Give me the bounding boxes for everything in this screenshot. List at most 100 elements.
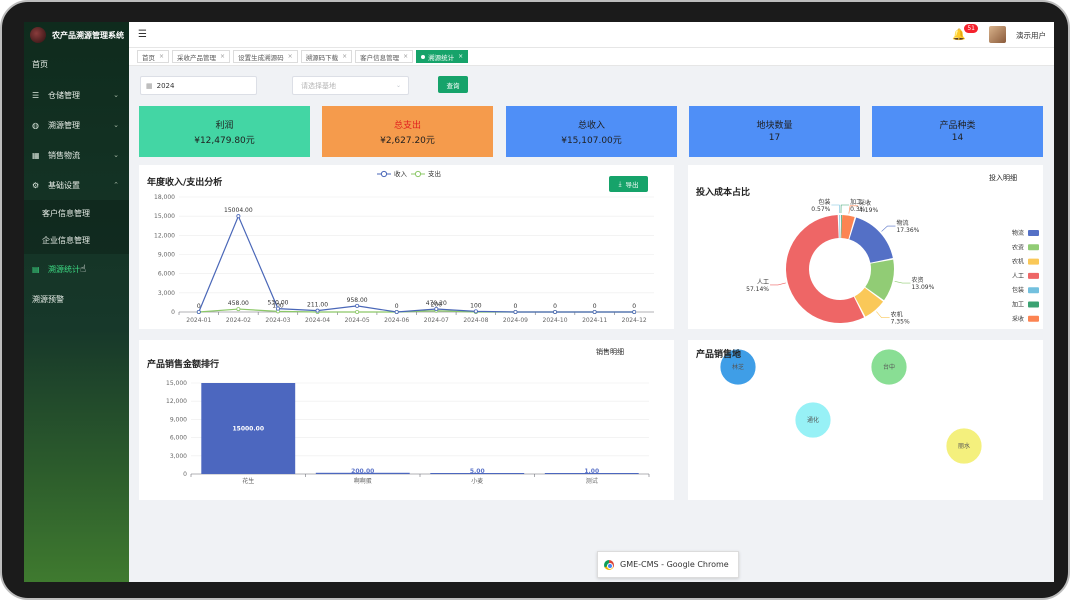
slice-percent: 4.19% <box>859 207 878 214</box>
legend-swatch <box>1028 287 1039 294</box>
data-point <box>275 306 280 311</box>
data-point <box>236 214 241 219</box>
stat-value: 14 <box>951 133 964 143</box>
y-tick-label: 0 <box>183 471 187 478</box>
data-point <box>592 309 597 314</box>
sidebar-item-home[interactable]: 首页 <box>24 48 129 80</box>
data-point <box>236 307 241 312</box>
data-label: 15004.00 <box>224 207 253 214</box>
sidebar-item-company-info[interactable]: 企业信息管理 <box>24 227 129 254</box>
cart-icon: ▦ <box>32 150 40 160</box>
tab-trace-stats[interactable]: 溯源统计 × <box>416 50 469 63</box>
y-tick-label: 12,000 <box>154 232 175 239</box>
sales-region-chart: 林芝 台中通化丽水 <box>719 348 983 465</box>
y-tick-label: 6,000 <box>170 435 187 442</box>
legend-label: 收入 <box>394 169 408 178</box>
chrome-tooltip-text: GME-CMS - Google Chrome <box>620 560 729 569</box>
slice-percent: 0.57% <box>811 206 830 213</box>
close-icon[interactable]: × <box>220 53 225 60</box>
sidebar-item-customer-info[interactable]: 客户信息管理 <box>24 200 129 227</box>
label-leader <box>840 204 850 214</box>
sidebar-item-trace-warning[interactable]: 溯源预警 <box>24 284 129 314</box>
username[interactable]: 演示用户 <box>1016 30 1046 41</box>
tab-harvest-products[interactable]: 采收产品管理 × <box>172 50 231 63</box>
data-point <box>553 309 558 314</box>
y-tick-label: 3,000 <box>170 453 187 460</box>
data-label: 100 <box>470 302 482 309</box>
legend-swatch <box>1028 230 1039 236</box>
chevron-down-icon: ⌄ <box>395 82 401 89</box>
cursor-icon: ☝ <box>80 264 87 275</box>
sidebar-item-label: 溯源统计 <box>48 264 80 274</box>
stat-label: 产品种类 <box>939 121 976 131</box>
region-label: 林芝 <box>732 363 744 371</box>
sidebar-item-label: 客户信息管理 <box>42 209 90 218</box>
close-icon[interactable]: × <box>342 53 347 60</box>
data-label: 0 <box>553 303 557 310</box>
pie-slice <box>839 215 841 239</box>
legend-label: 支出 <box>428 169 441 178</box>
chevron-up-icon: ⌃ <box>113 181 119 189</box>
tab-label: 设置生成溯源码 <box>238 53 284 62</box>
data-point <box>513 309 518 314</box>
x-tick-label: 2024-12 <box>622 317 647 324</box>
region-label: 台中 <box>883 363 895 371</box>
query-button[interactable]: 查询 <box>438 76 468 93</box>
app-title: 农产品溯源管理系统 <box>52 30 124 40</box>
chevron-down-icon: ⌄ <box>113 91 119 99</box>
base-select[interactable]: 请选择基地 ⌄ <box>292 76 409 95</box>
sidebar-item-trace[interactable]: ◍ 溯源管理 ⌄ <box>24 110 129 140</box>
y-tick-label: 9,000 <box>158 252 175 259</box>
x-tick-label: 2024-09 <box>503 317 528 324</box>
data-point <box>394 309 399 314</box>
stat-value: ¥15,107.00元 <box>561 136 622 146</box>
tab-home[interactable]: 首页 × <box>137 50 170 63</box>
cost-share-panel: 投入成本占比 投入明细 物流 17.36% 农资 13.09% 农机 7.35% 人工 57.… <box>688 165 1043 329</box>
x-tick-label: 2024-04 <box>305 317 330 324</box>
year-picker[interactable]: ▦ 2024 <box>140 76 257 95</box>
menu-toggle-icon[interactable]: ☰ <box>138 29 147 40</box>
sidebar-item-basic-settings[interactable]: ⚙ 基础设置 ⌃ <box>24 170 129 200</box>
cost-share-chart: 物流17.36%农资13.09%农机7.35%人工57.14%包装0.57%加工… <box>746 198 1039 326</box>
sidebar-item-warehouse[interactable]: ☰ 仓储管理 ⌄ <box>24 80 129 110</box>
legend-label: 包装 <box>1012 286 1024 294</box>
sidebar-item-trace-stats[interactable]: ▤ 溯源统计 ☝ <box>24 254 129 284</box>
legend-label: 物流 <box>1012 229 1024 237</box>
app-screen: 农产品溯源管理系统 首页 ☰ 仓储管理 ⌄ ◍ 溯源管理 ⌄ ▦ 销售物流 ⌄ … <box>24 22 1054 582</box>
sidebar-item-label: 仓储管理 <box>48 90 80 100</box>
sidebar-item-sales-logistics[interactable]: ▦ 销售物流 ⌄ <box>24 140 129 170</box>
data-point <box>315 308 320 313</box>
avatar[interactable] <box>989 26 1006 43</box>
stat-label: 总收入 <box>577 121 605 131</box>
close-icon[interactable]: × <box>288 53 293 60</box>
legend-label: 农机 <box>1012 258 1024 266</box>
tab-code-download[interactable]: 溯源码下载 × <box>300 50 353 63</box>
x-tick-label: 2024-08 <box>463 317 488 324</box>
sales-region-panel: 林芝 台中 通化 丽水 产品销售地 <box>688 340 1043 500</box>
app-logo <box>30 27 46 43</box>
bar-value-label: 5.00 <box>470 468 485 475</box>
legend-swatch <box>1028 244 1039 251</box>
active-dot-icon <box>421 54 426 59</box>
close-icon[interactable]: × <box>159 53 164 60</box>
stat-value: ¥12,479.80元 <box>194 136 255 146</box>
slice-percent: 13.09% <box>911 284 934 291</box>
tab-customer-info[interactable]: 客户信息管理 × <box>355 50 414 63</box>
legend-label: 人工 <box>1012 273 1024 280</box>
data-label: 0 <box>632 303 636 310</box>
close-icon[interactable]: × <box>458 53 463 60</box>
x-tick-label: 花生 <box>242 477 254 485</box>
tab-label: 溯源码下载 <box>305 53 339 62</box>
tab-generate-code[interactable]: 设置生成溯源码 × <box>233 50 298 63</box>
data-label: 0 <box>593 303 597 310</box>
app-header: 农产品溯源管理系统 <box>24 22 129 48</box>
legend-marker <box>414 170 422 178</box>
data-point <box>632 309 637 314</box>
close-icon[interactable]: × <box>403 53 408 60</box>
y-tick-label: 9,000 <box>170 416 187 423</box>
region-label: 丽水 <box>958 442 970 450</box>
x-tick-label: 啊啊蛋 <box>354 477 372 485</box>
stat-card-profit: 利润 ¥12,479.80元 <box>139 106 310 157</box>
data-point <box>355 309 360 314</box>
pie-slice <box>849 217 893 263</box>
